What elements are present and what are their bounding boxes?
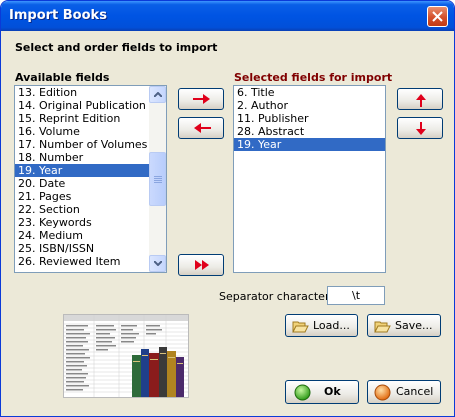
arrow-up-icon	[416, 94, 426, 107]
selected-fields-list[interactable]: 6. Title 2. Author 11. Publisher 28. Abstra…	[233, 85, 386, 273]
folder-icon	[292, 321, 309, 333]
available-field-item[interactable]: 17. Number of Volumes	[15, 138, 166, 151]
available-fields-label: Available fields	[15, 71, 110, 84]
selected-field-item[interactable]: 6. Title	[234, 86, 385, 99]
load-label: Load...	[313, 319, 350, 332]
double-arrow-right-icon	[195, 260, 209, 270]
move-up-button[interactable]	[397, 88, 443, 110]
cancel-button[interactable]: Cancel	[367, 380, 441, 404]
available-field-item[interactable]: 23. Keywords	[15, 216, 166, 229]
green-circle-icon	[294, 384, 311, 401]
available-field-item[interactable]: 22. Section	[15, 203, 166, 216]
title-bar[interactable]: Import Books	[1, 1, 454, 31]
selected-field-item[interactable]: 19. Year	[234, 138, 385, 151]
scroll-down-button[interactable]	[149, 255, 166, 272]
orange-circle-icon	[374, 384, 391, 401]
available-field-item[interactable]: 14. Original Publication	[15, 99, 166, 112]
add-field-button[interactable]	[178, 88, 224, 110]
available-field-item[interactable]: 13. Edition	[15, 86, 166, 99]
move-down-button[interactable]	[397, 117, 443, 139]
available-field-item[interactable]: 21. Pages	[15, 190, 166, 203]
available-field-item[interactable]: 24. Medium	[15, 229, 166, 242]
selected-field-item[interactable]: 28. Abstract	[234, 125, 385, 138]
import-illustration	[63, 314, 189, 398]
available-field-item[interactable]: 18. Number	[15, 151, 166, 164]
available-field-item[interactable]: 25. ISBN/ISSN	[15, 242, 166, 255]
separator-label: Separator character	[219, 290, 330, 303]
chevron-up-icon	[154, 92, 162, 97]
folder-icon	[374, 321, 391, 333]
load-button[interactable]: Load...	[285, 314, 358, 337]
close-icon	[432, 11, 443, 22]
scroll-up-button[interactable]	[149, 86, 166, 103]
available-field-item[interactable]: 26. Reviewed Item	[15, 255, 166, 268]
selected-fields-label: Selected fields for import	[234, 71, 393, 84]
separator-input[interactable]	[327, 286, 385, 305]
ok-label: Ok	[324, 385, 341, 398]
dialog-heading: Select and order fields to import	[15, 41, 218, 54]
chevron-down-icon	[154, 261, 162, 266]
available-field-item[interactable]: 19. Year	[15, 164, 166, 177]
save-label: Save...	[395, 319, 433, 332]
selected-field-item[interactable]: 11. Publisher	[234, 112, 385, 125]
ok-button[interactable]: Ok	[285, 380, 359, 404]
add-all-fields-button[interactable]	[178, 254, 224, 276]
import-books-dialog: Import Books Select and order fields to …	[0, 0, 455, 417]
cancel-label: Cancel	[396, 385, 434, 398]
available-field-item[interactable]: 15. Reprint Edition	[15, 112, 166, 125]
selected-field-item[interactable]: 2. Author	[234, 99, 385, 112]
available-list-scrollbar[interactable]	[149, 86, 166, 272]
spreadsheet-books-illustration	[64, 315, 188, 397]
available-fields-list[interactable]: 13. Edition 14. Original Publication 15. R…	[14, 85, 167, 273]
available-field-item[interactable]: 20. Date	[15, 177, 166, 190]
arrow-left-icon	[194, 123, 211, 133]
scroll-thumb[interactable]	[149, 152, 166, 206]
save-button[interactable]: Save...	[367, 314, 441, 337]
window-title: Import Books	[9, 8, 107, 23]
arrow-right-icon	[193, 94, 210, 104]
arrow-down-icon	[416, 122, 426, 135]
close-button[interactable]	[427, 6, 448, 27]
remove-field-button[interactable]	[178, 117, 224, 139]
available-field-item[interactable]: 16. Volume	[15, 125, 166, 138]
